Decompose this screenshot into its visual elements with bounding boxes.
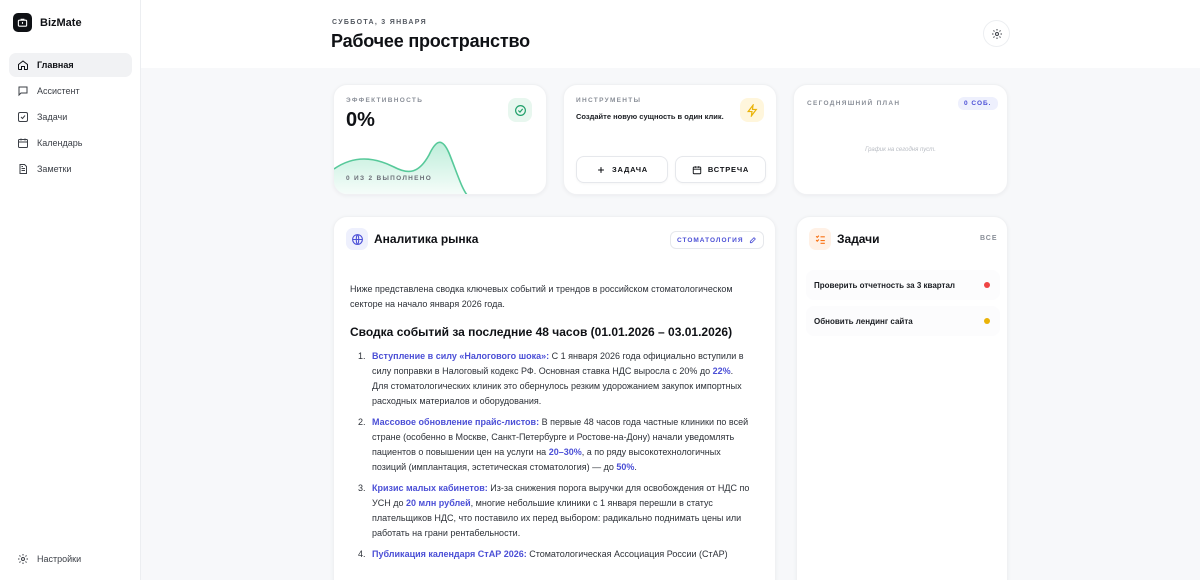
sidebar-item-calendar[interactable]: Календарь xyxy=(9,131,132,155)
list-item: Кризис малых кабинетов: Из-за снижения п… xyxy=(368,481,750,541)
globe-icon xyxy=(346,228,368,250)
task-label: Проверить отчетность за 3 квартал xyxy=(814,280,955,290)
analytics-body: Ниже представлена сводка ключевых событи… xyxy=(350,282,750,568)
task-item[interactable]: Обновить лендинг сайта xyxy=(806,306,1000,336)
sidebar-nav: Главная Ассистент Задачи Календарь Замет… xyxy=(9,53,132,183)
sidebar-item-tasks[interactable]: Задачи xyxy=(9,105,132,129)
home-icon xyxy=(18,60,28,70)
checkbox-icon xyxy=(18,112,28,122)
briefcase-icon xyxy=(13,13,32,32)
sidebar-item-assistant[interactable]: Ассистент xyxy=(9,79,132,103)
gear-icon xyxy=(18,554,28,564)
task-item[interactable]: Проверить отчетность за 3 квартал xyxy=(806,270,1000,300)
chat-icon xyxy=(18,86,28,97)
analytics-intro: Ниже представлена сводка ключевых событи… xyxy=(350,284,733,309)
sidebar-item-settings[interactable]: Настройки xyxy=(17,553,81,565)
page-title: Рабочее пространство xyxy=(331,31,530,51)
new-meeting-label: ВСТРЕЧА xyxy=(707,165,750,174)
plan-label: СЕГОДНЯШНИЙ ПЛАН xyxy=(807,100,901,107)
priority-dot xyxy=(984,318,990,324)
app-name: BizMate xyxy=(40,16,82,29)
sidebar-item-notes[interactable]: Заметки xyxy=(9,157,132,181)
sidebar-item-label: Ассистент xyxy=(37,86,80,96)
app-logo[interactable]: BizMate xyxy=(13,13,82,32)
analytics-title: Аналитика рынка xyxy=(374,232,479,246)
sidebar-item-label: Главная xyxy=(37,60,74,70)
list-item: Публикация календаря СтАР 2026: Стоматол… xyxy=(368,547,750,562)
new-task-label: ЗАДАЧА xyxy=(611,165,649,174)
today-plan-card: СЕГОДНЯШНИЙ ПЛАН 0 СОБ. График на сегодн… xyxy=(793,84,1008,195)
document-icon xyxy=(19,164,27,174)
priority-dot xyxy=(984,282,990,288)
lightning-icon xyxy=(740,98,764,122)
calendar-icon xyxy=(18,138,28,148)
gear-icon xyxy=(991,28,1002,39)
list-item: Вступление в силу «Налогового шока»: С 1… xyxy=(368,349,750,409)
events-count-badge: 0 СОБ. xyxy=(958,97,998,110)
pencil-icon xyxy=(749,237,756,244)
efficiency-caption: 0 ИЗ 2 ВЫПОЛНЕНО xyxy=(346,175,433,182)
sidebar-item-label: Заметки xyxy=(37,164,72,174)
task-list-icon xyxy=(809,228,831,250)
current-date: СУББОТА, 3 ЯНВАРЯ xyxy=(332,19,427,26)
task-label: Обновить лендинг сайта xyxy=(814,316,913,326)
tools-card: ИНСТРУМЕНТЫ Создайте новую сущность в од… xyxy=(563,84,777,195)
sidebar-item-label: Задачи xyxy=(37,112,68,122)
analytics-heading: Сводка событий за последние 48 часов (01… xyxy=(350,325,733,339)
calendar-icon xyxy=(692,165,702,174)
new-task-button[interactable]: ЗАДАЧА xyxy=(576,156,668,183)
market-analytics-card: Аналитика рынка СТОМАТОЛОГИЯ Ниже предст… xyxy=(333,216,776,580)
tools-subtitle: Создайте новую сущность в один клик. xyxy=(576,112,724,121)
page-header xyxy=(141,0,1200,68)
plan-empty-text: График на сегодня пуст. xyxy=(865,147,936,153)
all-tasks-link[interactable]: ВСЕ xyxy=(980,235,998,242)
sidebar-item-label: Календарь xyxy=(37,138,83,148)
settings-label: Настройки xyxy=(37,554,82,564)
list-item: Массовое обновление прайс-листов: В перв… xyxy=(368,415,750,475)
settings-button[interactable] xyxy=(983,20,1010,47)
sidebar: BizMate Главная Ассистент Задачи Календа… xyxy=(0,0,141,580)
tools-label: ИНСТРУМЕНТЫ xyxy=(576,97,642,104)
events-list: Вступление в силу «Налогового шока»: С 1… xyxy=(350,349,750,562)
plus-icon xyxy=(598,166,604,173)
new-meeting-button[interactable]: ВСТРЕЧА xyxy=(675,156,766,183)
industry-tag-button[interactable]: СТОМАТОЛОГИЯ xyxy=(670,231,764,249)
sidebar-item-home[interactable]: Главная xyxy=(9,53,132,77)
efficiency-card: ЭФФЕКТИВНОСТЬ 0% 0 ИЗ 2 ВЫПОЛНЕНО xyxy=(333,84,547,195)
tasks-title: Задачи xyxy=(837,232,880,246)
industry-tag-label: СТОМАТОЛОГИЯ xyxy=(677,236,744,244)
